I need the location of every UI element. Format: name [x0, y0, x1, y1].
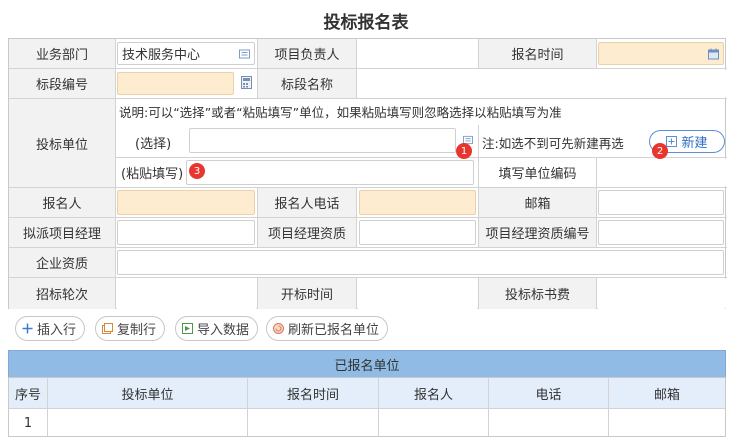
col-divider [596, 188, 597, 247]
fee-label: 投标标书费 [479, 278, 596, 309]
signup-time-field[interactable] [598, 42, 724, 65]
table-cell-index: 1 [23, 415, 33, 431]
insert-row-label: 插入行 [37, 323, 77, 338]
row-divider [9, 247, 727, 248]
import-data-label: 导入数据 [197, 323, 250, 338]
bidder-select-field[interactable] [189, 128, 456, 153]
row-divider [9, 217, 727, 218]
signup-form: 业务部门 技术服务中心 项目负责人 报名时间 标段编号 标段名称 投标单位 说明… [8, 38, 727, 309]
round-label: 招标轮次 [9, 278, 115, 309]
pm-assign-field[interactable] [117, 220, 255, 245]
fee-field[interactable] [597, 278, 726, 309]
row-divider [9, 187, 727, 188]
bidder-paste-field[interactable] [186, 160, 474, 185]
calculator-icon[interactable] [241, 76, 252, 89]
bidder-label: 投标单位 [9, 99, 115, 187]
table-cell-email[interactable] [609, 408, 725, 438]
page-title: 投标报名表 [323, 13, 409, 33]
row-divider [9, 98, 727, 99]
registered-units-table: 序号 投标单位 报名时间 报名人 电话 邮箱 1 [8, 377, 726, 437]
refresh-units-button[interactable]: 刷新已报名单位 [266, 316, 389, 341]
refresh-units-label: 刷新已报名单位 [288, 323, 380, 338]
col-divider [596, 39, 597, 68]
bidder-note: 说明:可以“选择”或者“粘贴填写”单位，如果粘贴填写则忽略选择以粘贴填写为准 [119, 105, 562, 120]
plus-icon [666, 136, 678, 147]
column-header-applicant: 报名人 [379, 378, 488, 408]
round-field[interactable] [116, 278, 257, 309]
column-header-email: 邮箱 [609, 378, 725, 408]
import-data-button[interactable]: 导入数据 [175, 316, 259, 341]
section-name-field[interactable] [357, 69, 726, 98]
unit-code-field[interactable] [597, 158, 726, 187]
callout-badge-3: 3 [189, 163, 205, 179]
pm-qual-field[interactable] [359, 220, 476, 245]
pm-field[interactable] [357, 39, 477, 68]
callout-badge-1: 1 [456, 143, 472, 159]
copy-icon [102, 323, 113, 334]
paste-label: (粘贴填写) [121, 167, 184, 182]
calendar-icon[interactable] [708, 48, 719, 59]
select-hint: 注:如选不到可先新建再选 [482, 136, 624, 151]
list-picker-icon[interactable] [239, 48, 250, 59]
col-divider [115, 188, 116, 277]
pm-label: 项目负责人 [258, 39, 356, 68]
plus-icon [22, 323, 33, 334]
col-divider [115, 39, 116, 187]
insert-row-button[interactable]: 插入行 [15, 316, 86, 341]
section-no-field[interactable] [117, 72, 234, 95]
section-no-label: 标段编号 [9, 69, 115, 98]
dept-label: 业务部门 [9, 39, 115, 68]
new-button-label: 新建 [681, 136, 708, 151]
email-label: 邮箱 [479, 188, 596, 217]
signup-time-label: 报名时间 [479, 39, 596, 68]
company-qual-label: 企业资质 [9, 248, 115, 277]
pm-assign-label: 拟派项目经理 [9, 218, 115, 247]
section-name-label: 标段名称 [258, 69, 356, 98]
select-label: (选择) [135, 137, 172, 152]
applicant-phone-field[interactable] [359, 190, 476, 215]
table-cell-phone[interactable] [489, 408, 608, 438]
col-divider [356, 188, 357, 247]
column-header-index: 序号 [9, 378, 47, 408]
import-icon [182, 323, 193, 334]
table-cell-unit[interactable] [48, 408, 247, 438]
open-time-label: 开标时间 [258, 278, 356, 309]
table-cell-time[interactable] [248, 408, 378, 438]
pm-qual-no-label: 项目经理资质编号 [479, 218, 596, 247]
table-cell-applicant[interactable] [379, 408, 488, 438]
applicant-field[interactable] [117, 190, 255, 215]
pm-qual-no-field[interactable] [598, 220, 724, 245]
copy-row-label: 复制行 [117, 323, 157, 338]
column-header-phone: 电话 [489, 378, 608, 408]
dept-field[interactable]: 技术服务中心 [117, 42, 255, 65]
registered-units-title: 已报名单位 [8, 350, 726, 378]
unit-code-label: 填写单位编码 [498, 167, 577, 182]
copy-row-button[interactable]: 复制行 [95, 316, 166, 341]
column-header-time: 报名时间 [248, 378, 378, 408]
callout-badge-2: 2 [652, 143, 668, 159]
column-header-unit: 投标单位 [48, 378, 247, 408]
refresh-icon [273, 323, 284, 334]
applicant-label: 报名人 [9, 188, 115, 217]
email-field[interactable] [598, 190, 724, 215]
dept-value: 技术服务中心 [122, 48, 201, 63]
company-qual-field[interactable] [117, 250, 724, 275]
applicant-phone-label: 报名人电话 [258, 188, 356, 217]
open-time-field[interactable] [357, 278, 478, 309]
pm-qual-label: 项目经理资质 [258, 218, 356, 247]
